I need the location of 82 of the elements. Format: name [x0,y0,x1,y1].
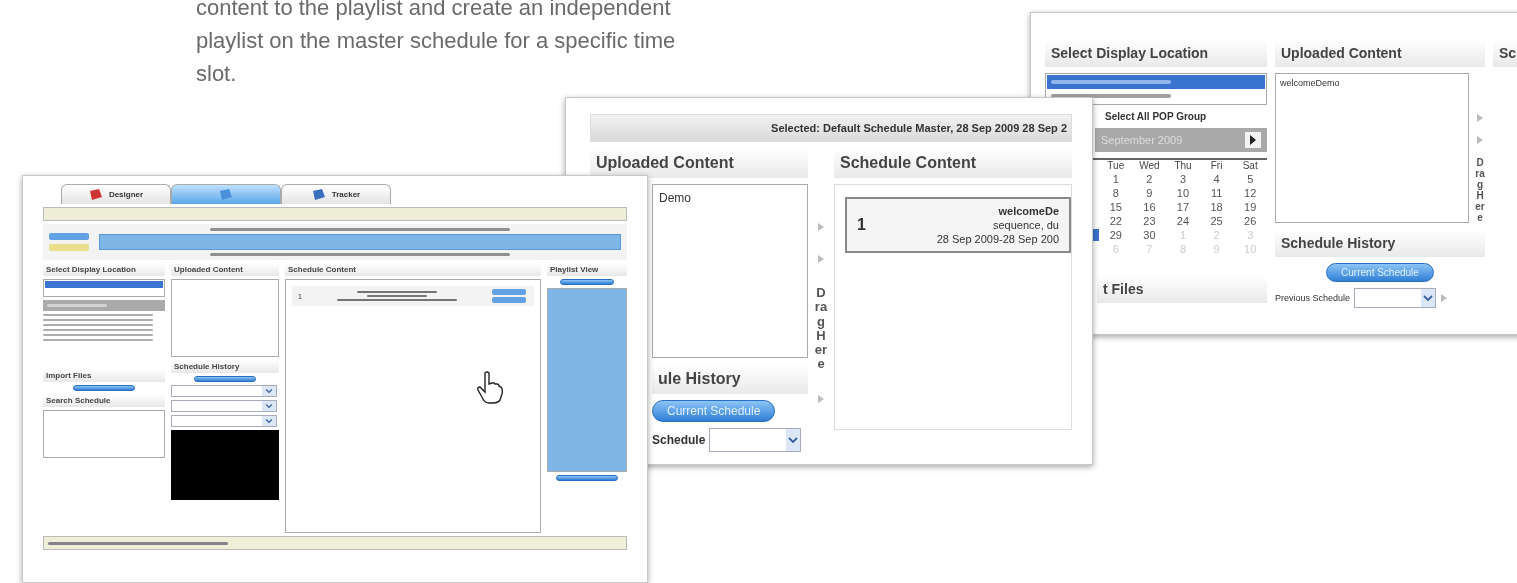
drag-here-label: Drag Here [814,286,828,372]
app-tab[interactable] [171,184,281,204]
arrow-icon [1476,135,1484,145]
calendar-day[interactable]: 12 [1233,187,1267,199]
panel-heading: Select Display Location [43,263,165,276]
weekday-label: Fri [1209,160,1224,171]
schedule-dropdown[interactable] [1354,288,1437,308]
weekday-label: Tue [1106,160,1126,171]
entry-title: welcomeDe [998,205,1059,217]
panel-heading: Schedule History [171,360,279,373]
group-label: Select All POP Group [1105,111,1207,122]
caret-icon [786,429,801,451]
calendar-day[interactable]: 11 [1199,187,1234,199]
entry-index: 1 [857,216,866,234]
calendar-day[interactable]: 3 [1166,173,1200,185]
calendar-day[interactable]: 1 [1099,173,1133,185]
calendar-day[interactable]: 17 [1166,201,1200,213]
panel-heading: Search Schedule [43,394,165,407]
panel-heading: Playlist View [547,263,627,276]
location-list[interactable] [43,279,165,297]
arrow-icon [817,393,825,404]
current-schedule-button[interactable] [194,376,256,382]
calendar-day[interactable]: 30 [1132,229,1167,241]
calendar-day[interactable]: 4 [1199,173,1234,185]
entry-dates: 28 Sep 2009-28 Sep 200 [936,233,1059,245]
panel-heading: Schedule Content [285,263,541,276]
calendar-day[interactable]: 19 [1233,201,1267,213]
calendar-day[interactable]: 10 [1166,187,1200,199]
calendar-day[interactable]: 2 [1132,173,1167,185]
intro-text: playlist on the master schedule for a specific time [196,27,676,55]
schedule-dropdown[interactable] [171,400,277,412]
entry-sequence: sequence, du [992,219,1059,231]
weekday-label: Sat [1241,160,1259,171]
schedule-entry[interactable]: 1 welcomeDe sequence, du 28 Sep 2009-28 Sep 200 [845,197,1071,253]
blurred-text [47,304,107,307]
arrow-icon [1476,113,1484,123]
panel-heading: Uploaded Content [171,263,279,276]
import-button[interactable] [73,385,135,391]
content-list[interactable]: welcomeDemo [1275,73,1469,223]
app-tab[interactable]: Tracker [281,184,391,204]
playlist-button[interactable] [556,475,618,481]
drag-here-label: Drag Here [1475,157,1485,223]
schedule-dropdown[interactable] [171,385,277,397]
content-list[interactable]: Demo [652,184,808,358]
content-list[interactable] [171,279,279,357]
app-tab[interactable]: Designer [61,184,171,204]
calendar-day[interactable]: 29 [1099,229,1133,241]
weekday-label: Thu [1173,160,1193,171]
content-item[interactable]: welcomeDemo [1280,78,1464,88]
arrow-icon [1440,293,1449,303]
calendar-day[interactable]: 8 [1099,187,1133,199]
arrow-icon [817,222,825,232]
caret-icon [1421,289,1436,307]
playlist-button[interactable] [560,279,614,285]
selection-text: Selected: Default Schedule Master, 28 Sep 2009 28 Sep 2 [771,122,1067,134]
legend-swatch [49,233,89,240]
location-item[interactable] [1047,75,1265,89]
schedule-label: Schedule [652,433,706,447]
previous-schedule-label: Previous Schedule [1275,293,1351,303]
calendar-day[interactable]: 25 [1199,215,1234,227]
weekday-label: Wed [1138,160,1161,171]
calendar-day[interactable]: 5 [1233,173,1267,185]
calendar-day[interactable]: 24 [1166,215,1200,227]
panel-heading: Import Files [43,369,165,382]
legend-swatch [49,244,89,251]
schedule-dropdown[interactable] [171,415,277,427]
content-item[interactable]: Demo [659,191,801,205]
hand-cursor-icon [476,370,504,404]
arrow-icon [817,254,825,264]
caret-icon [262,401,276,411]
location-list[interactable] [1045,73,1267,105]
calendar-day[interactable]: 15 [1099,201,1133,213]
calendar-day[interactable]: 16 [1132,201,1167,213]
calendar-day[interactable]: 18 [1199,201,1234,213]
calendar-day[interactable]: 23 [1132,215,1167,227]
schedule-dropdown[interactable] [709,428,802,452]
caret-icon [262,386,276,396]
caret-icon [262,416,276,426]
calendar-day[interactable]: 9 [1132,187,1167,199]
calendar-day[interactable]: 26 [1233,215,1267,227]
calendar-day[interactable]: 22 [1099,215,1133,227]
intro-text: slot. [196,60,238,88]
